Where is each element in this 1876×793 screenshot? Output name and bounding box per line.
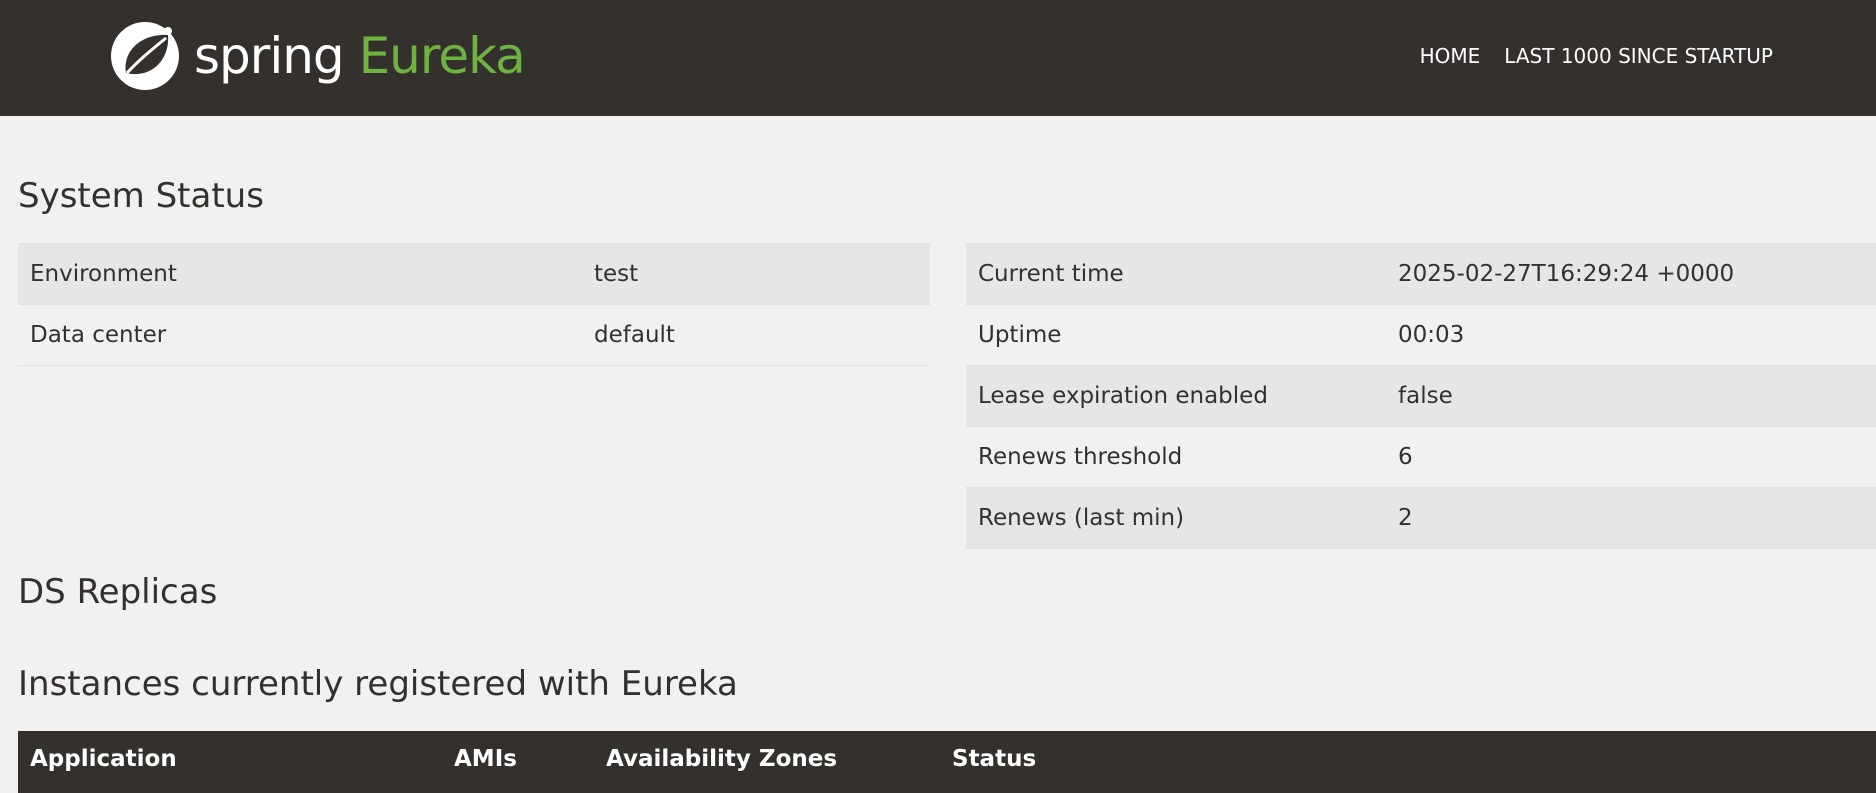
- status-label: Lease expiration enabled: [966, 365, 1386, 427]
- system-status-left-table: Environment test Data center default: [18, 243, 930, 366]
- brand-spring-text: spring: [194, 27, 345, 85]
- system-status-heading: System Status: [18, 176, 264, 216]
- brand-home-link[interactable]: spring Eureka: [110, 20, 526, 92]
- status-value: 2: [1386, 487, 1876, 549]
- table-row: Renews (last min) 2: [966, 487, 1876, 549]
- nav-last-1000-link[interactable]: LAST 1000 SINCE STARTUP: [1504, 44, 1773, 68]
- spring-leaf-logo-icon: [111, 22, 179, 90]
- table-row: Current time 2025-02-27T16:29:24 +0000: [966, 243, 1876, 305]
- status-value: 00:03: [1386, 304, 1876, 366]
- brand-eureka-text: Eureka: [358, 27, 526, 85]
- status-label: Environment: [18, 243, 582, 305]
- instances-heading: Instances currently registered with Eure…: [18, 664, 738, 704]
- status-value: 6: [1386, 426, 1876, 488]
- status-value: test: [582, 243, 930, 305]
- status-label: Uptime: [966, 304, 1386, 366]
- status-label: Renews threshold: [966, 426, 1386, 488]
- status-value: 2025-02-27T16:29:24 +0000: [1386, 243, 1876, 305]
- column-header-amis: AMIs: [454, 746, 517, 772]
- table-row: Uptime 00:03: [966, 304, 1876, 366]
- brand-text: spring Eureka: [194, 20, 526, 92]
- status-label: Renews (last min): [966, 487, 1386, 549]
- table-row: Renews threshold 6: [966, 426, 1876, 488]
- navbar: spring Eureka HOME LAST 1000 SINCE START…: [0, 0, 1876, 116]
- instances-table-header: Application AMIs Availability Zones Stat…: [18, 731, 1876, 793]
- table-row: Lease expiration enabled false: [966, 365, 1876, 427]
- status-value: default: [582, 304, 930, 366]
- ds-replicas-heading: DS Replicas: [18, 572, 218, 612]
- nav-home-link[interactable]: HOME: [1420, 44, 1481, 68]
- column-header-availability-zones: Availability Zones: [606, 746, 838, 772]
- column-header-application: Application: [30, 746, 177, 772]
- table-row: Data center default: [18, 304, 930, 366]
- status-value: false: [1386, 365, 1876, 427]
- status-label: Data center: [18, 304, 582, 366]
- system-status-right-table: Current time 2025-02-27T16:29:24 +0000 U…: [966, 243, 1876, 549]
- nav-links: HOME LAST 1000 SINCE STARTUP: [1396, 0, 1773, 112]
- column-header-status: Status: [952, 746, 1037, 772]
- table-row: Environment test: [18, 243, 930, 305]
- status-label: Current time: [966, 243, 1386, 305]
